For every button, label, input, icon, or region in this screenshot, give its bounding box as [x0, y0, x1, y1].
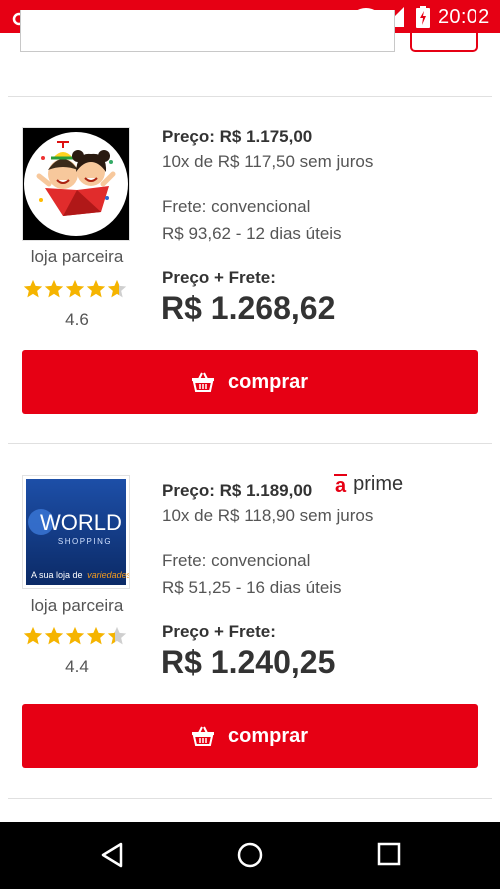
divider	[8, 96, 492, 97]
rating-value: 4.6	[65, 310, 89, 329]
total-label: Preço + Frete:	[162, 622, 276, 641]
price: Preço: R$ 1.189,00	[162, 481, 313, 500]
store-logo	[22, 127, 130, 241]
star-icon	[44, 279, 64, 298]
basket-icon	[191, 372, 214, 392]
freight-detail: R$ 51,25 - 16 dias úteis	[162, 578, 342, 597]
kids-store-logo-image	[23, 128, 129, 240]
buy-button-label: comprar	[227, 724, 309, 747]
logo-subtitle: SHOPPING	[58, 537, 112, 546]
star-icon	[107, 626, 127, 645]
store-label: loja parceira	[30, 247, 124, 266]
rating-value: 4.4	[65, 657, 89, 676]
total-label: Preço + Frete:	[162, 268, 276, 287]
rating-stars	[23, 279, 127, 299]
basket-icon	[191, 726, 214, 746]
price-row: Preço: R$ 1.189,00 a prime	[162, 473, 403, 501]
logo-title: WORLD	[40, 510, 122, 535]
freight-detail: R$ 93,62 - 12 dias úteis	[162, 224, 342, 243]
freight-type: convencional	[211, 197, 311, 216]
installments: 10x de R$ 118,90 sem juros	[162, 506, 374, 525]
buy-button[interactable]: comprar	[22, 704, 478, 768]
offer-card: loja parceira 4.6 Preço: R$ 1.175,00 10x…	[0, 127, 500, 427]
star-icon	[44, 626, 64, 645]
offer-card: WORLD SHOPPING A sua loja de variedades …	[0, 473, 500, 781]
star-icon	[107, 279, 127, 298]
store-logo: WORLD SHOPPING A sua loja de variedades	[22, 475, 132, 589]
star-icon	[23, 279, 43, 298]
logo-tagline-highlight: variedades	[87, 570, 129, 580]
star-icon	[65, 279, 85, 298]
world-shopping-logo-image: WORLD SHOPPING A sua loja de variedades	[23, 476, 132, 588]
search-input[interactable]	[20, 10, 395, 52]
logo-tagline: A sua loja de	[31, 570, 83, 580]
freight-label: Frete:	[162, 551, 207, 570]
total-price: R$ 1.268,62	[161, 290, 336, 326]
freight: Frete: convencional	[162, 197, 310, 217]
freight-label: Frete:	[162, 197, 207, 216]
search-button[interactable]	[410, 10, 478, 52]
star-icon	[86, 626, 106, 645]
installments: 10x de R$ 117,50 sem juros	[162, 152, 374, 171]
back-icon[interactable]	[100, 842, 124, 868]
freight-type: convencional	[211, 551, 311, 570]
prime-badge: a prime	[334, 473, 403, 496]
star-icon	[86, 279, 106, 298]
rating-stars	[23, 626, 127, 646]
total-price: R$ 1.240,25	[161, 644, 336, 680]
store-label: loja parceira	[30, 596, 124, 615]
home-icon[interactable]	[237, 842, 263, 868]
prime-label: prime	[353, 473, 404, 495]
star-icon	[65, 626, 85, 645]
svg-text:A sua loja de variedad: A sua loja de variedades	[31, 570, 129, 580]
divider	[8, 798, 492, 799]
prime-icon: a	[334, 474, 348, 497]
buy-button[interactable]: comprar	[22, 350, 478, 414]
freight: Frete: convencional	[162, 551, 310, 571]
divider	[8, 443, 492, 444]
navigation-bar	[0, 822, 500, 889]
star-icon	[23, 626, 43, 645]
buy-button-label: comprar	[227, 370, 309, 393]
recents-icon[interactable]	[377, 842, 401, 866]
price: Preço: R$ 1.175,00	[162, 127, 313, 146]
